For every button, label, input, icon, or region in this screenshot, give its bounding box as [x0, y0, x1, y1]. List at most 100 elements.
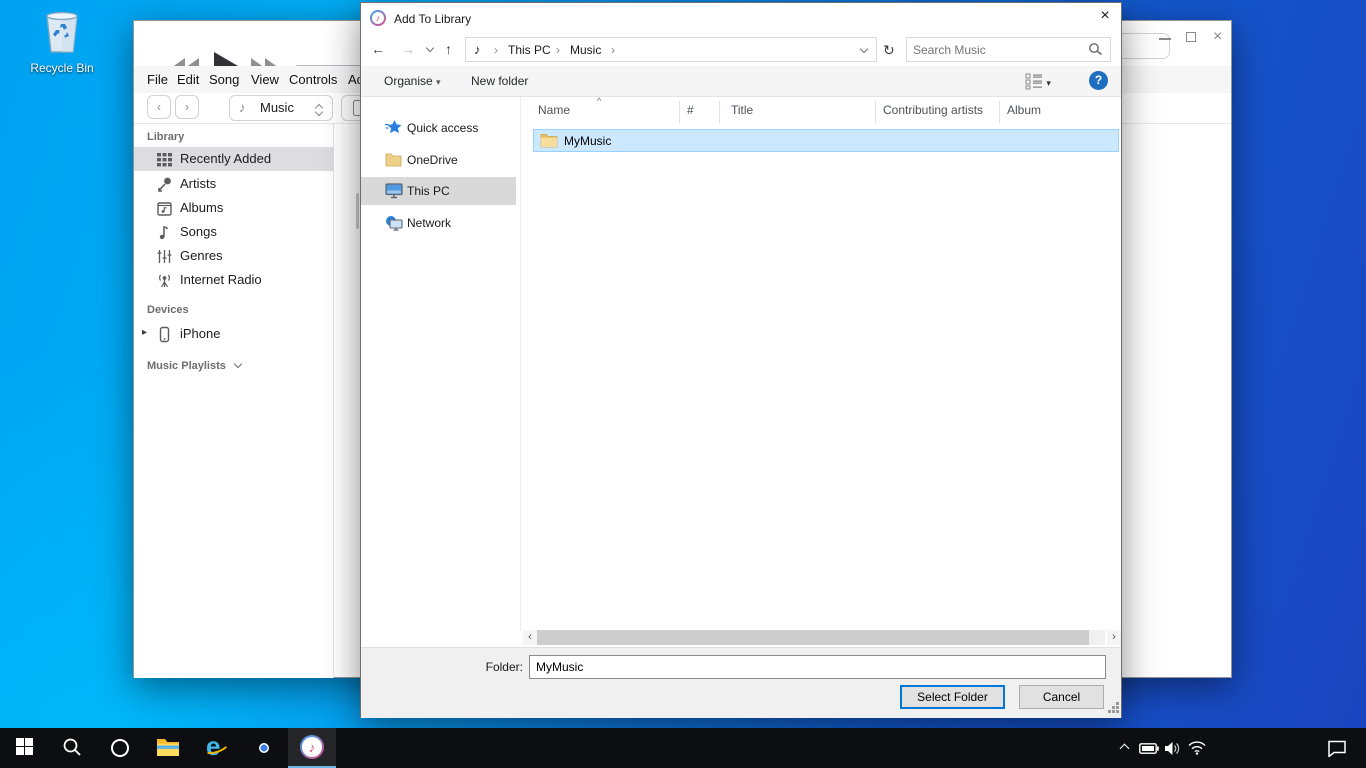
internet-explorer-icon: e — [203, 735, 229, 761]
chrome-icon — [254, 738, 275, 759]
refresh-icon[interactable]: ↻ — [883, 42, 895, 59]
search-box[interactable] — [906, 37, 1111, 62]
itunes-maximize-button[interactable] — [1186, 32, 1196, 42]
action-center-button[interactable] — [1322, 728, 1352, 768]
sidebar-item-genres[interactable]: Genres — [134, 244, 334, 268]
folder-icon — [540, 133, 558, 151]
tray-overflow-button[interactable] — [1112, 728, 1136, 768]
volume-tray-icon[interactable] — [1160, 728, 1186, 768]
devices-header: Devices — [147, 304, 189, 316]
add-to-library-dialog: ♪ Add To Library × ← → ↑ ♪ › This PC › M… — [360, 2, 1122, 718]
crumb-sep-icon[interactable]: › — [556, 43, 560, 57]
dialog-titlebar: ♪ Add To Library × — [361, 3, 1121, 33]
itunes-sidebar: Library Recently Added Artists — [134, 124, 334, 678]
pane-divider[interactable] — [520, 97, 521, 631]
column-header-title[interactable]: Title — [731, 103, 753, 117]
dialog-title: Add To Library — [394, 12, 471, 26]
scroll-right-icon[interactable]: › — [1107, 630, 1121, 645]
search-icon — [62, 737, 82, 760]
network-icon — [385, 215, 402, 230]
address-dropdown-chevron-icon[interactable] — [860, 45, 868, 53]
crumb-sep-icon[interactable]: › — [611, 43, 615, 57]
back-icon[interactable]: ← — [371, 41, 385, 57]
column-header-name[interactable]: Name — [538, 103, 570, 117]
start-button[interactable] — [0, 728, 48, 768]
file-row-mymusic[interactable]: MyMusic — [533, 129, 1119, 152]
sliders-icon — [156, 248, 173, 265]
music-note-icon: ♪ — [474, 42, 481, 57]
sidebar-item-internet-radio[interactable]: Internet Radio — [134, 268, 334, 292]
up-icon[interactable]: ↑ — [445, 41, 452, 57]
itunes-app-icon: ♪ — [370, 10, 386, 26]
crumb-sep-icon[interactable]: › — [494, 43, 498, 57]
menu-edit[interactable]: Edit — [177, 72, 199, 87]
sidebar-item-albums[interactable]: Albums — [134, 196, 334, 220]
file-explorer-button[interactable] — [144, 728, 192, 768]
dialog-footer: Folder: Select Folder Cancel — [361, 647, 1121, 718]
cortana-button[interactable] — [96, 728, 144, 768]
internet-explorer-button[interactable]: e — [192, 728, 240, 768]
taskbar-search-button[interactable] — [48, 728, 96, 768]
resize-grip[interactable] — [1108, 710, 1111, 713]
music-playlists-header[interactable]: Music Playlists — [147, 360, 241, 372]
itunes-taskbar-button[interactable]: ♪ — [288, 728, 336, 768]
battery-tray-icon[interactable] — [1136, 728, 1162, 768]
scroll-left-icon[interactable]: ‹ — [523, 630, 537, 645]
file-name: MyMusic — [564, 134, 611, 148]
dropdown-arrow-icon: ▾ — [436, 77, 441, 87]
cancel-button[interactable]: Cancel — [1019, 685, 1104, 709]
new-folder-button[interactable]: New folder — [471, 74, 528, 88]
itunes-close-button[interactable]: × — [1213, 30, 1222, 44]
help-button[interactable]: ? — [1089, 71, 1108, 90]
organise-menu[interactable]: Organise ▾ — [384, 74, 441, 88]
address-bar[interactable]: ♪ › This PC › Music › — [465, 37, 877, 62]
itunes-content-scrollbar[interactable] — [356, 193, 359, 229]
menu-file[interactable]: File — [147, 72, 168, 87]
breadcrumb-music[interactable]: Music — [570, 43, 601, 57]
nav-network[interactable]: Network — [361, 209, 516, 237]
menu-controls[interactable]: Controls — [289, 72, 337, 87]
recycle-bin-label: Recycle Bin — [20, 61, 104, 75]
itunes-icon: ♪ — [300, 735, 324, 759]
sidebar-item-songs[interactable]: Songs — [134, 220, 334, 244]
iphone-device-icon — [156, 326, 173, 343]
forward-icon[interactable]: → — [401, 41, 415, 57]
column-header-contributing-artists[interactable]: Contributing artists — [883, 103, 983, 117]
sidebar-item-iphone[interactable]: ▸ iPhone — [134, 322, 334, 346]
recent-locations-chevron-icon[interactable] — [426, 44, 434, 52]
dialog-address-row: ← → ↑ ♪ › This PC › Music › ↻ — [361, 33, 1121, 66]
cortana-circle-icon — [111, 739, 129, 757]
sidebar-item-artists[interactable]: Artists — [134, 172, 334, 196]
select-folder-button[interactable]: Select Folder — [900, 685, 1005, 709]
column-header-album[interactable]: Album — [1007, 103, 1041, 117]
antenna-icon — [156, 272, 173, 289]
search-input[interactable] — [913, 40, 1078, 59]
nav-onedrive[interactable]: OneDrive — [361, 146, 516, 174]
nav-quick-access[interactable]: Quick access — [361, 114, 516, 142]
column-header-number[interactable]: # — [687, 103, 694, 117]
recycle-bin-shortcut[interactable]: Recycle Bin — [20, 6, 104, 75]
view-mode-button[interactable]: ▾ — [1025, 73, 1051, 93]
h-scrollbar-thumb[interactable] — [537, 630, 1089, 645]
dialog-close-button[interactable]: × — [1092, 7, 1118, 29]
folder-name-input[interactable] — [529, 655, 1106, 679]
itunes-back-button[interactable]: ‹ — [147, 95, 171, 119]
quick-access-star-icon — [385, 120, 402, 135]
microphone-icon — [156, 176, 173, 193]
nav-this-pc[interactable]: This PC — [361, 177, 516, 205]
menu-view[interactable]: View — [251, 72, 279, 87]
windows-logo-icon — [16, 738, 33, 758]
album-icon — [156, 200, 173, 217]
menu-song[interactable]: Song — [209, 72, 239, 87]
breadcrumb-this-pc[interactable]: This PC — [508, 43, 551, 57]
desktop: Recycle Bin × File Edit Song View Contro… — [0, 0, 1366, 768]
search-icon — [1088, 42, 1103, 60]
itunes-minimize-button[interactable] — [1159, 38, 1171, 40]
disclosure-icon[interactable]: ▸ — [142, 327, 147, 338]
sidebar-item-recently-added[interactable]: Recently Added — [134, 147, 334, 171]
wifi-tray-icon[interactable] — [1184, 728, 1210, 768]
library-selector[interactable]: ♪ Music — [229, 95, 333, 121]
chrome-button[interactable] — [240, 728, 288, 768]
sort-ascending-icon: ^ — [597, 96, 601, 106]
itunes-forward-button[interactable]: › — [175, 95, 199, 119]
